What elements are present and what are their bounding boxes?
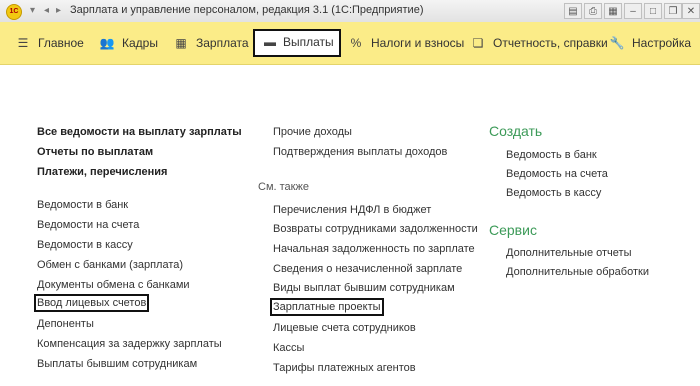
menu-item-hr[interactable]: 👥 Кадры [98, 30, 158, 56]
calculator-icon: ▦ [175, 36, 187, 50]
window-title: Зарплата и управление персоналом, редакц… [70, 4, 424, 16]
hamburger-icon: ☰ [17, 36, 29, 50]
link-agent-tariffs[interactable]: Тарифы платежных агентов [273, 362, 416, 374]
menu-item-salary[interactable]: ▦ Зарплата [172, 30, 249, 56]
link-additional-processing[interactable]: Дополнительные обработки [506, 266, 649, 278]
menu-item-label: Главное [38, 36, 84, 50]
link-additional-reports[interactable]: Дополнительные отчеты [506, 247, 631, 259]
link-cash-statements[interactable]: Ведомости в кассу [37, 239, 133, 251]
link-payment-reports[interactable]: Отчеты по выплатам [37, 146, 153, 158]
create-heading: Создать [489, 123, 543, 139]
menu-item-label: Зарплата [196, 36, 249, 50]
link-initial-debt[interactable]: Начальная задолженность по зарплате [273, 243, 475, 255]
link-delay-compensation[interactable]: Компенсация за задержку зарплаты [37, 338, 222, 350]
menu-item-payments[interactable]: ▬ Выплаты [253, 29, 341, 57]
forward-icon[interactable]: ▸ [53, 5, 64, 16]
menu-item-label: Выплаты [283, 35, 334, 49]
menu-item-label: Настройка [632, 36, 692, 50]
menu-arrow-icon[interactable]: ▾ [27, 5, 38, 16]
menu-item-label: Отчетность, справки [493, 36, 608, 50]
menu-item-reports[interactable]: ❏ Отчетность, справки [469, 30, 608, 56]
link-other-income[interactable]: Прочие доходы [273, 126, 352, 138]
link-personal-accounts-input[interactable]: Ввод лицевых счетов [33, 294, 150, 312]
restore-icon[interactable]: ❐ [664, 3, 682, 19]
link-debt-returns[interactable]: Возвраты сотрудниками задолженности [273, 223, 478, 235]
link-deponents[interactable]: Депоненты [37, 318, 94, 330]
section-panel: ☰ Главное 👥 Кадры ▦ Зарплата ▬ Выплаты % Нало… [0, 22, 700, 65]
history-icon[interactable]: ▤ [564, 3, 582, 19]
title-bar: 1С ▾ ◂ ▸ Зарплата и управление персонало… [0, 0, 700, 23]
create-account-statement[interactable]: Ведомость на счета [506, 168, 608, 180]
wrench-icon: 🔧 [609, 36, 625, 50]
menu-item-main[interactable]: ☰ Главное [14, 30, 84, 56]
print-icon[interactable]: ⎙ [584, 3, 602, 19]
menu-item-label: Налоги и взносы [371, 36, 465, 50]
menu-item-taxes[interactable]: % Налоги и взносы [347, 30, 465, 56]
link-uncredited-salary[interactable]: Сведения о незачисленной зарплате [273, 263, 462, 275]
maximize-icon[interactable]: □ [644, 3, 662, 19]
link-income-confirmations[interactable]: Подтверждения выплаты доходов [273, 146, 447, 158]
link-all-statements[interactable]: Все ведомости на выплату зарплаты [37, 126, 242, 138]
create-bank-statement[interactable]: Ведомость в банк [506, 149, 597, 161]
wallet-icon: ▬ [264, 35, 276, 49]
documents-icon: ❏ [472, 36, 484, 50]
app-logo[interactable]: 1С [6, 4, 22, 20]
back-icon[interactable]: ◂ [41, 5, 52, 16]
create-cash-statement[interactable]: Ведомость в кассу [506, 187, 601, 199]
link-salary-projects[interactable]: Зарплатные проекты [270, 298, 384, 316]
menu-item-label: Кадры [122, 36, 158, 50]
link-account-statements[interactable]: Ведомости на счета [37, 219, 139, 231]
link-cash-desks[interactable]: Кассы [273, 342, 304, 354]
link-ndfl-transfers[interactable]: Перечисления НДФЛ в бюджет [273, 204, 431, 216]
percent-icon: % [350, 36, 362, 50]
link-former-payment-types[interactable]: Виды выплат бывшим сотрудникам [273, 282, 455, 294]
see-also-label: См. также [258, 181, 309, 193]
calc-icon[interactable]: ▦ [604, 3, 622, 19]
service-heading: Сервис [489, 222, 537, 238]
link-bank-statements[interactable]: Ведомости в банк [37, 199, 128, 211]
close-icon[interactable]: ✕ [682, 3, 700, 19]
link-bank-exchange-docs[interactable]: Документы обмена с банками [37, 279, 190, 291]
link-payments-transfers[interactable]: Платежи, перечисления [37, 166, 167, 178]
minimize-icon[interactable]: – [624, 3, 642, 19]
menu-item-settings[interactable]: 🔧 Настройка [608, 30, 692, 56]
link-employee-accounts[interactable]: Лицевые счета сотрудников [273, 322, 416, 334]
link-former-employee-payments[interactable]: Выплаты бывшим сотрудникам [37, 358, 197, 370]
link-bank-exchange[interactable]: Обмен с банками (зарплата) [37, 259, 183, 271]
people-icon: 👥 [99, 36, 115, 50]
